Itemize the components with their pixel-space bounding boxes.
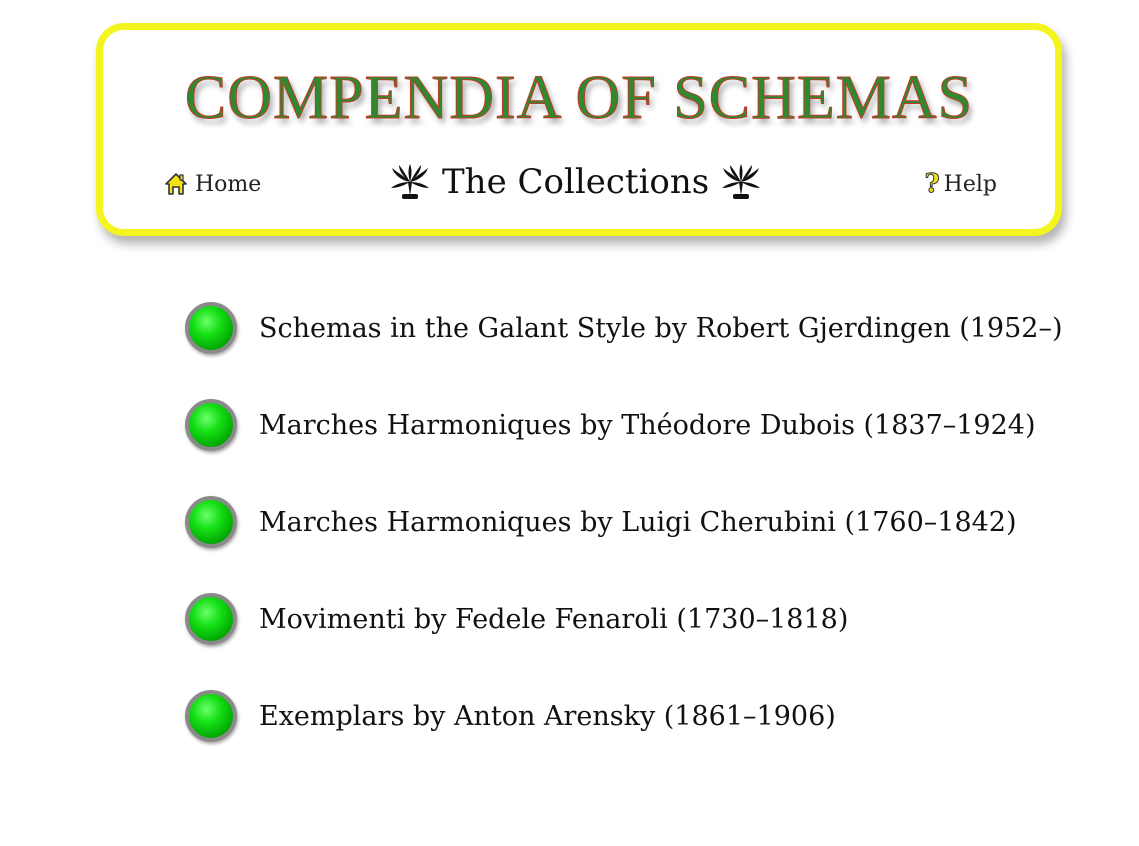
green-button-icon[interactable] <box>185 302 237 354</box>
green-button-icon[interactable] <box>185 593 237 645</box>
collection-link[interactable]: Exemplars by Anton Arensky (1861–1906) <box>259 701 836 732</box>
home-label: Home <box>195 171 262 197</box>
collection-item[interactable]: Exemplars by Anton Arensky (1861–1906) <box>185 688 1063 744</box>
site-title: COMPENDIA OF SCHEMAS <box>184 64 974 132</box>
collections-heading: The Collections <box>390 162 761 202</box>
collections-title: The Collections <box>442 162 710 202</box>
collections-list: Schemas in the Galant Style by Robert Gj… <box>185 300 1063 785</box>
home-link[interactable]: Home <box>163 171 261 197</box>
collection-link[interactable]: Movimenti by Fedele Fenaroli (1730–1818) <box>259 604 848 635</box>
header-banner: COMPENDIA OF SCHEMAS Home The Collection… <box>96 23 1062 236</box>
collection-item[interactable]: Marches Harmoniques by Luigi Cherubini (… <box>185 494 1063 550</box>
help-icon: ? <box>924 169 940 199</box>
green-button-icon[interactable] <box>185 690 237 742</box>
nav-bar: Home The Collections ? Help <box>103 162 1055 212</box>
page: COMPENDIA OF SCHEMAS Home The Collection… <box>0 0 1139 846</box>
collection-link[interactable]: Schemas in the Galant Style by Robert Gj… <box>259 313 1063 344</box>
collection-item[interactable]: Marches Harmoniques by Théodore Dubois (… <box>185 397 1063 453</box>
green-button-icon[interactable] <box>185 496 237 548</box>
collection-item[interactable]: Schemas in the Galant Style by Robert Gj… <box>185 300 1063 356</box>
collection-link[interactable]: Marches Harmoniques by Théodore Dubois (… <box>259 410 1036 441</box>
green-button-icon[interactable] <box>185 399 237 451</box>
help-label: Help <box>943 171 997 197</box>
collection-link[interactable]: Marches Harmoniques by Luigi Cherubini (… <box>259 507 1017 538</box>
help-link[interactable]: ? Help <box>924 169 997 199</box>
palm-ornament-icon <box>722 164 761 199</box>
home-icon <box>165 173 187 195</box>
palm-ornament-icon <box>391 164 429 199</box>
collection-item[interactable]: Movimenti by Fedele Fenaroli (1730–1818) <box>185 591 1063 647</box>
